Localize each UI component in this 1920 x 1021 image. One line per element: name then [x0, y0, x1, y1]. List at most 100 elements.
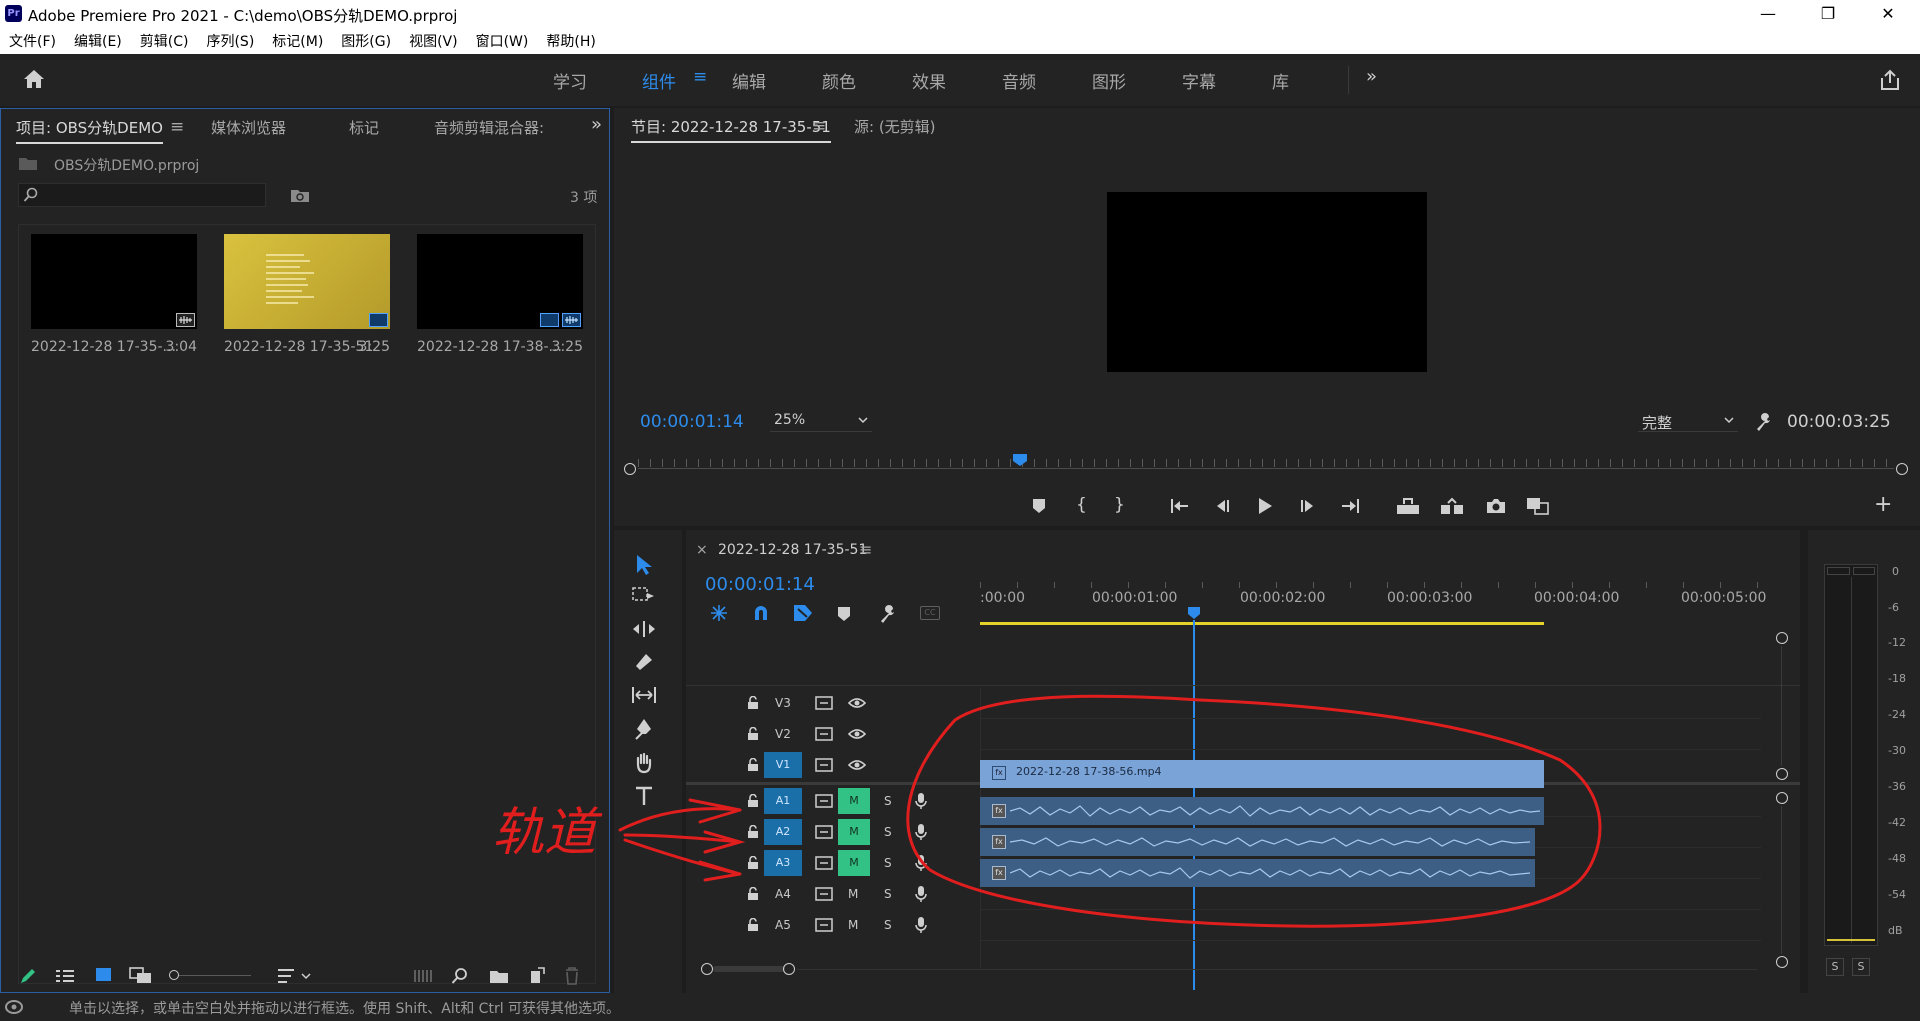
more-workspaces-icon[interactable]: » — [1366, 66, 1377, 87]
captions-icon[interactable]: CC — [920, 606, 940, 620]
source-patch-a3[interactable]: A3 — [764, 850, 802, 876]
go-to-in-icon[interactable] — [1170, 498, 1190, 514]
ripple-edit-tool-icon[interactable] — [632, 620, 656, 638]
work-area-bar[interactable] — [980, 622, 1544, 625]
icon-view-icon[interactable] — [96, 968, 111, 981]
project-item[interactable]: 2022-12-28 17-35-... 3:04 — [31, 234, 197, 355]
scrubber-start-handle[interactable] — [624, 463, 636, 475]
eye-icon[interactable] — [848, 758, 866, 772]
program-video-frame[interactable] — [1107, 192, 1427, 372]
time-ruler[interactable]: :00:00 00:00:01:00 00:00:02:00 00:00:03:… — [980, 560, 1766, 612]
eye-icon[interactable] — [848, 727, 866, 741]
playhead-icon[interactable] — [1012, 453, 1028, 467]
lock-icon[interactable] — [747, 887, 759, 901]
panel-menu-icon[interactable]: ≡ — [170, 117, 184, 137]
type-tool-icon[interactable] — [635, 786, 653, 806]
close-sequence-icon[interactable]: × — [696, 542, 708, 558]
sort-icons-icon[interactable] — [277, 967, 313, 985]
playback-resolution-select[interactable]: 完整 — [1638, 410, 1738, 432]
home-icon[interactable] — [22, 68, 46, 90]
lock-icon[interactable] — [747, 727, 759, 741]
timeline-current-time[interactable]: 00:00:01:14 — [705, 574, 815, 595]
solo-button[interactable]: S — [884, 918, 892, 932]
razor-tool-icon[interactable] — [634, 652, 654, 672]
timeline-playhead-icon[interactable] — [1187, 606, 1201, 620]
export-frame-icon[interactable] — [1486, 497, 1506, 515]
audio-clip-a2[interactable]: fx — [980, 828, 1535, 856]
h-scroll-thumb[interactable] — [713, 966, 785, 972]
solo-right-button[interactable]: S — [1852, 958, 1870, 976]
mute-button[interactable]: M — [848, 918, 858, 932]
mute-button[interactable]: M — [838, 819, 870, 845]
play-icon[interactable] — [1256, 497, 1274, 515]
mark-out-icon[interactable]: } — [1114, 495, 1125, 515]
source-patch-a2[interactable]: A2 — [764, 819, 802, 845]
find-icon[interactable] — [451, 967, 469, 985]
sync-lock-icon[interactable] — [815, 887, 833, 901]
solo-button[interactable]: S — [884, 794, 892, 808]
source-patch-v1[interactable]: V1 — [764, 752, 802, 778]
mute-button[interactable]: M — [838, 850, 870, 876]
mute-button[interactable]: M — [848, 887, 858, 901]
timeline-settings-icon[interactable] — [878, 604, 898, 624]
tab-source[interactable]: 源: (无剪辑) — [854, 116, 936, 137]
microphone-icon[interactable] — [915, 916, 927, 934]
mark-in-icon[interactable]: { — [1076, 495, 1087, 515]
video-scroll-handle-top[interactable] — [1776, 632, 1788, 644]
source-patch-a1[interactable]: A1 — [764, 788, 802, 814]
lift-icon[interactable] — [1396, 497, 1420, 515]
sync-lock-icon[interactable] — [815, 918, 833, 932]
nest-toggle-icon[interactable] — [710, 604, 728, 622]
sync-lock-icon[interactable] — [815, 856, 833, 870]
zoom-select[interactable]: 25% — [770, 410, 872, 432]
pen-tool-icon[interactable] — [634, 718, 654, 740]
step-forward-icon[interactable] — [1298, 498, 1316, 514]
wrench-icon[interactable] — [1754, 412, 1774, 432]
tab-audio-clip-mixer[interactable]: 音频剪辑混合器: — [434, 117, 544, 138]
workspace-assembly[interactable]: 组件 — [642, 68, 676, 93]
sync-lock-icon[interactable] — [815, 696, 833, 710]
lock-icon[interactable] — [747, 696, 759, 710]
button-editor-icon[interactable]: + — [1874, 492, 1892, 517]
workspace-libraries[interactable]: 库 — [1272, 68, 1289, 93]
workspace-menu-icon[interactable]: ≡ — [693, 67, 707, 87]
video-scroll-handle-bottom[interactable] — [1776, 768, 1788, 780]
h-scroll-track[interactable] — [797, 969, 1757, 970]
solo-button[interactable]: S — [884, 887, 892, 901]
workspace-graphics[interactable]: 图形 — [1092, 68, 1126, 93]
track-label[interactable]: V2 — [775, 727, 791, 741]
share-icon[interactable] — [1878, 68, 1902, 92]
clear-icon[interactable] — [564, 966, 580, 986]
new-item-icon[interactable] — [528, 967, 546, 985]
menu-view[interactable]: 视图(V) — [409, 31, 458, 51]
sync-lock-icon[interactable] — [815, 758, 833, 772]
comparison-view-icon[interactable] — [1526, 497, 1550, 515]
solo-left-button[interactable]: S — [1826, 958, 1844, 976]
step-back-icon[interactable] — [1214, 498, 1232, 514]
slip-tool-icon[interactable] — [631, 686, 657, 704]
microphone-icon[interactable] — [915, 823, 927, 841]
audio-scroll-handle-top[interactable] — [1776, 792, 1788, 804]
menu-window[interactable]: 窗口(W) — [476, 31, 529, 51]
go-to-out-icon[interactable] — [1340, 498, 1360, 514]
sequence-menu-icon[interactable]: ≡ — [859, 540, 872, 559]
hand-tool-icon[interactable] — [634, 752, 654, 774]
extract-icon[interactable] — [1440, 497, 1464, 515]
tab-markers[interactable]: 标记 — [349, 117, 379, 138]
workspace-editing[interactable]: 编辑 — [732, 68, 766, 93]
new-bin-icon[interactable] — [489, 968, 509, 984]
lock-icon[interactable] — [747, 856, 759, 870]
menu-file[interactable]: 文件(F) — [9, 31, 56, 51]
menu-graphics[interactable]: 图形(G) — [341, 31, 391, 51]
minimize-button[interactable]: — — [1748, 2, 1788, 26]
solo-button[interactable]: S — [884, 856, 892, 870]
track-select-tool-icon[interactable] — [632, 586, 656, 604]
workspace-effects[interactable]: 效果 — [912, 68, 946, 93]
project-item[interactable]: 2022-12-28 17-38-... 3:25 — [417, 234, 583, 355]
lock-icon[interactable] — [747, 825, 759, 839]
menu-sequence[interactable]: 序列(S) — [206, 31, 254, 51]
add-marker-icon[interactable] — [1032, 498, 1046, 514]
sequence-tab[interactable]: 2022-12-28 17-35-51 — [718, 542, 867, 558]
workspace-audio[interactable]: 音频 — [1002, 68, 1036, 93]
snap-icon[interactable] — [752, 604, 770, 622]
